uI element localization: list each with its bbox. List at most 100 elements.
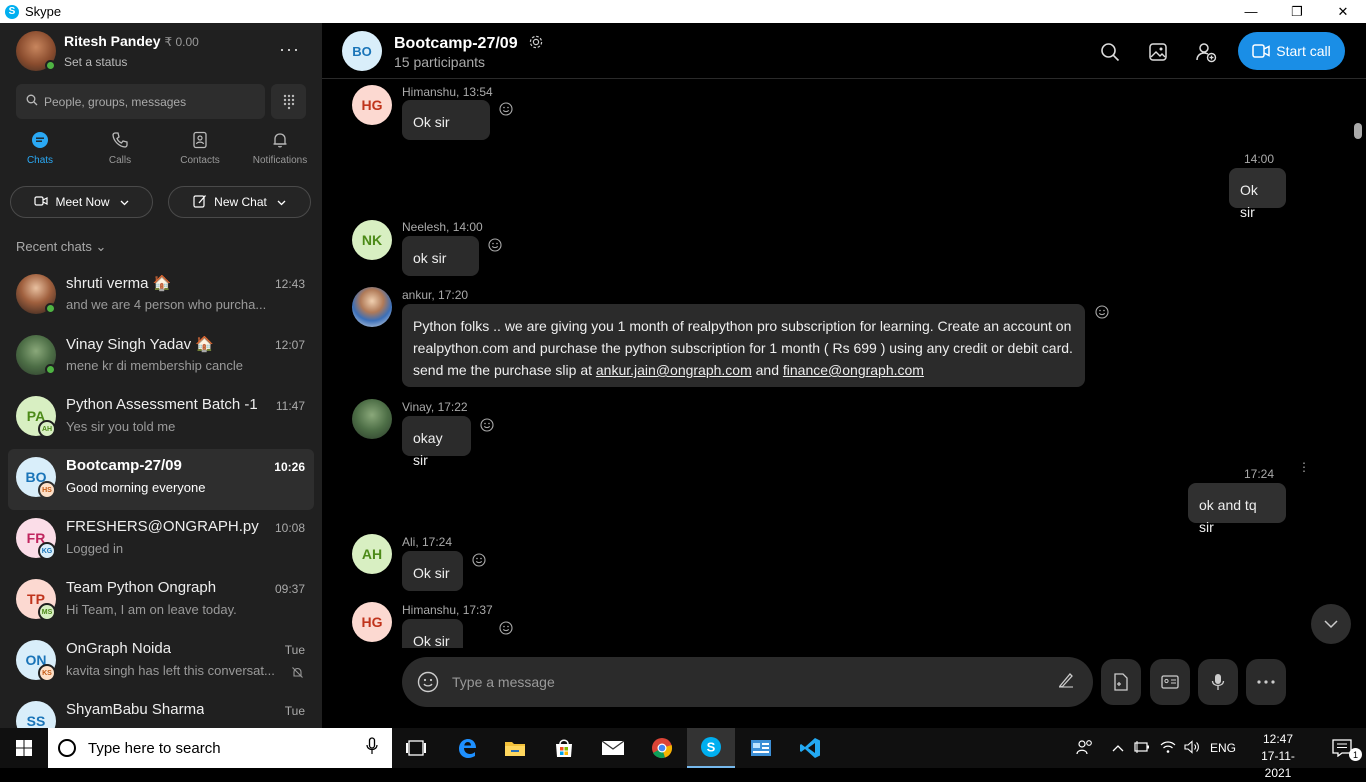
chevron-down-icon: ⌄ [95,239,107,254]
list-item[interactable]: SS ShyamBabu Sharma Tue [8,693,314,728]
emoji-icon[interactable] [416,670,440,694]
people-icon[interactable] [1076,739,1094,758]
message-sender: Vinay, 17:22 [402,400,468,414]
gear-icon[interactable] [528,35,544,54]
notification-center-button[interactable]: 1 [1318,728,1366,768]
avatar[interactable] [352,287,392,327]
message-bubble[interactable]: Python folks .. we are giving you 1 mont… [402,304,1085,387]
format-text-icon[interactable] [1057,671,1075,694]
input-language[interactable]: ENG [1210,741,1236,755]
new-chat-button[interactable]: New Chat [168,186,311,218]
smiley-icon[interactable] [499,102,513,116]
message-bubble[interactable]: ok sir [402,236,479,276]
search-conversation-button[interactable] [1098,40,1122,64]
gallery-icon [1149,43,1167,61]
control-panel-icon[interactable] [737,728,785,768]
volume-icon[interactable] [1184,739,1200,757]
message-bubble[interactable]: Ok sir [1229,168,1286,220]
online-status-icon [45,303,56,314]
list-item[interactable]: BO HS Bootcamp-27/09 10:26 Good morning … [8,449,314,510]
chat-list: shruti verma 🏠 12:43 and we are 4 person… [8,266,314,728]
email-link[interactable]: finance@ongraph.com [783,362,924,378]
mail-icon[interactable] [589,728,637,768]
vscode-icon[interactable] [786,728,834,768]
smiley-icon[interactable] [499,621,513,635]
phone-icon [112,132,128,148]
send-contact-button[interactable] [1150,659,1190,705]
more-composer-options-button[interactable] [1246,659,1286,705]
start-call-button[interactable]: Start call [1238,32,1345,70]
member-avatar: HS [38,481,56,499]
list-item[interactable]: shruti verma 🏠 12:43 and we are 4 person… [8,266,314,327]
smiley-icon[interactable] [488,238,502,252]
task-view-icon[interactable] [392,728,440,768]
smiley-icon[interactable] [472,553,486,567]
add-people-button[interactable] [1194,40,1218,64]
message-bubble[interactable]: ok and tq sir [1188,483,1286,535]
profile-header[interactable]: Ritesh Pandey ₹ 0.00 Set a status ··· [16,31,316,71]
app-title: Skype [25,4,62,19]
avatar[interactable]: BO [342,31,382,71]
participant-count[interactable]: 15 participants [394,54,485,70]
wifi-icon[interactable] [1160,740,1176,757]
tab-contacts[interactable]: Contacts [160,131,240,177]
avatar[interactable]: HG [352,85,392,125]
message-bubble[interactable]: Ok sir [402,100,490,140]
scrollbar[interactable] [1354,123,1362,139]
smiley-icon[interactable] [480,418,494,432]
smiley-icon[interactable] [1095,305,1109,319]
system-clock[interactable]: 12:47 17-11-2021 [1250,731,1306,782]
chevron-down-icon [120,195,129,209]
message-input[interactable]: Type a message [452,674,1057,690]
avatar[interactable]: HG [352,602,392,642]
dialpad-icon [283,94,294,109]
skype-credit[interactable]: ₹ 0.00 [164,35,198,49]
restore-button[interactable]: ❐ [1274,0,1320,23]
message-composer[interactable]: Type a message [402,657,1093,707]
taskbar-search-input[interactable]: Type here to search [48,728,392,768]
file-explorer-icon[interactable] [491,728,539,768]
chrome-icon[interactable] [638,728,686,768]
scroll-to-bottom-button[interactable] [1311,604,1351,644]
more-options-button[interactable]: ··· [279,39,300,60]
edge-browser-icon[interactable] [443,728,491,768]
recent-chats-dropdown[interactable]: Recent chats ⌄ [16,239,106,255]
list-item[interactable]: TP MS Team Python Ongraph 09:37 Hi Team,… [8,571,314,632]
chevron-up-icon[interactable] [1112,741,1124,755]
tab-notifications[interactable]: Notifications [240,131,320,177]
chevron-down-icon [1324,619,1338,628]
search-input[interactable]: People, groups, messages [16,84,265,119]
record-audio-button[interactable] [1198,659,1238,705]
dialpad-button[interactable] [271,84,306,119]
message-bubble[interactable]: okay sir [402,416,471,468]
send-file-button[interactable] [1101,659,1141,705]
store-icon[interactable] [540,728,588,768]
email-link[interactable]: ankur.jain@ongraph.com [596,362,752,378]
set-status-link[interactable]: Set a status [64,55,127,69]
tab-calls[interactable]: Calls [80,131,160,177]
list-item[interactable]: FR KG FRESHERS@ONGRAPH.py 10:08 Logged i… [8,510,314,571]
list-item[interactable]: ON KS OnGraph Noida Tue kavita singh has… [8,632,314,693]
list-item[interactable]: PA AH Python Assessment Batch -1 11:47 Y… [8,388,314,449]
tab-chats[interactable]: Chats [0,131,80,177]
start-button[interactable] [0,728,48,768]
microphone-icon[interactable] [366,737,378,759]
skype-logo-icon: S [5,4,19,19]
minimize-button[interactable]: — [1228,0,1274,23]
search-icon [1101,43,1120,62]
list-item[interactable]: Vinay Singh Yadav 🏠 12:07 mene kr di mem… [8,327,314,388]
message-bubble[interactable]: Ok sir [402,551,463,591]
message-bubble[interactable]: Ok sir [402,619,463,648]
skype-taskbar-icon[interactable]: S [687,728,735,768]
avatar[interactable]: NK [352,220,392,260]
windows-logo-icon [16,740,32,756]
gallery-button[interactable] [1146,40,1170,64]
avatar[interactable] [352,399,392,439]
battery-icon[interactable] [1134,740,1150,757]
close-button[interactable]: ✕ [1320,0,1366,23]
more-icon [1257,680,1275,684]
message-options-icon[interactable]: ⋮ [1298,460,1310,474]
avatar[interactable]: AH [352,534,392,574]
meet-now-button[interactable]: Meet Now [10,186,153,218]
page-title[interactable]: Bootcamp-27/09 [394,34,544,55]
